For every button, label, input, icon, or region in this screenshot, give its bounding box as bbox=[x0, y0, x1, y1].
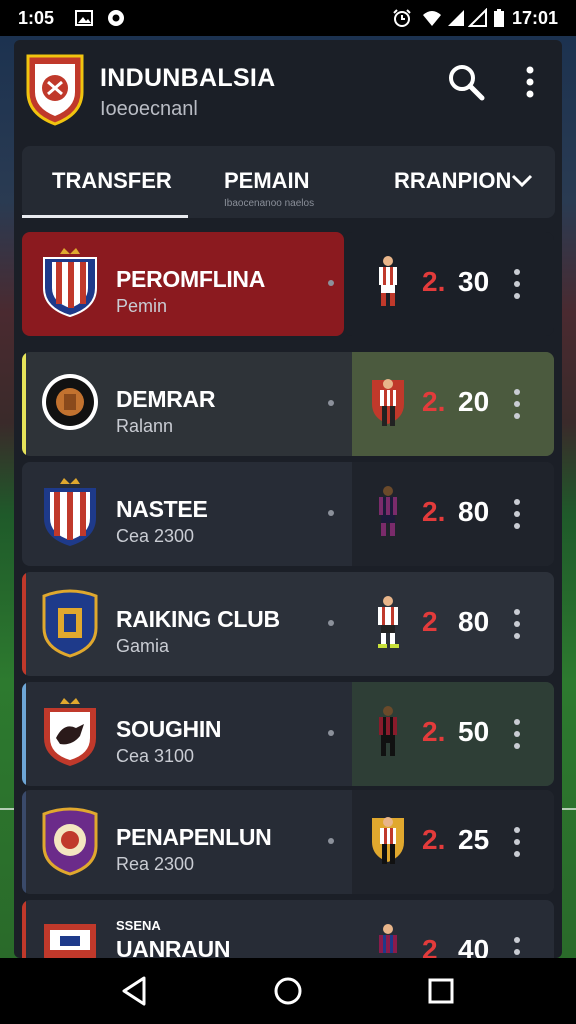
club-row-4[interactable]: RAIKING CLUB Gamia 2 80 bbox=[22, 572, 554, 676]
tab-bar: TRANSFER PEMAIN Ibaocenanoo naelos RRANP… bbox=[22, 146, 555, 218]
app-subtitle: Ioeoecnanl bbox=[100, 98, 198, 120]
home-icon[interactable] bbox=[271, 974, 305, 1008]
tab-selected-indicator bbox=[22, 215, 188, 218]
main-panel: INDUNBALSIA Ioeoecnanl TRANSFER PEMAIN I… bbox=[14, 40, 562, 958]
row-accent bbox=[22, 352, 26, 456]
player-figure bbox=[372, 817, 404, 864]
club-rank: 2. bbox=[422, 824, 446, 855]
club-score: 80 bbox=[458, 606, 490, 637]
club-score: 20 bbox=[458, 386, 490, 417]
club-score: 25 bbox=[458, 824, 490, 855]
club-rank: 2 bbox=[422, 934, 438, 958]
club-name: UANRAUN bbox=[116, 936, 231, 958]
row-more-icon[interactable] bbox=[512, 386, 522, 422]
separator-dot bbox=[328, 510, 334, 516]
chevron-down-icon[interactable] bbox=[510, 170, 534, 190]
player-figure bbox=[379, 486, 397, 536]
club-rank: 2. bbox=[422, 266, 446, 297]
separator-dot bbox=[328, 838, 334, 844]
player-figure bbox=[379, 256, 397, 306]
club-score: 30 bbox=[458, 266, 490, 297]
row-accent bbox=[22, 790, 26, 894]
row-more-icon[interactable] bbox=[512, 934, 522, 958]
app-logo bbox=[26, 54, 84, 126]
app-title: INDUNBALSIA bbox=[100, 64, 276, 92]
separator-dot bbox=[328, 730, 334, 736]
row-more-icon[interactable] bbox=[512, 824, 522, 860]
row-more-icon[interactable] bbox=[512, 496, 522, 532]
player-figure bbox=[378, 596, 399, 648]
separator-dot bbox=[328, 620, 334, 626]
club-crest bbox=[44, 698, 96, 766]
club-crest bbox=[44, 924, 96, 958]
row-more-icon[interactable] bbox=[512, 266, 522, 302]
status-time: 1:05 bbox=[18, 8, 55, 28]
wifi-icon bbox=[423, 11, 441, 26]
club-row-7[interactable]: SSENA UANRAUN 2 40 bbox=[22, 900, 554, 958]
status-bar: 1:05 17:01 bbox=[0, 0, 576, 36]
club-score: 80 bbox=[458, 496, 490, 527]
row-more-icon[interactable] bbox=[512, 716, 522, 752]
club-crest bbox=[42, 589, 98, 658]
row-accent bbox=[22, 572, 26, 676]
club-subtitle: Gamia bbox=[116, 636, 170, 656]
club-row-5[interactable]: SOUGHIN Cea 3100 2. 50 bbox=[22, 682, 554, 786]
signal-icon bbox=[448, 10, 464, 26]
club-crest bbox=[43, 248, 97, 318]
tab-pemain-hint: Ibaocenanoo naelos bbox=[224, 198, 315, 209]
signal-icon-2 bbox=[468, 8, 487, 27]
club-name: SOUGHIN bbox=[116, 716, 222, 742]
club-row-1[interactable]: PEROMFLINA Pemin bbox=[22, 232, 344, 336]
system-nav-bar bbox=[0, 958, 576, 1024]
search-icon[interactable] bbox=[446, 62, 486, 102]
club-score: 40 bbox=[458, 934, 490, 958]
club-name: PEROMFLINA bbox=[116, 266, 266, 292]
club-rank: 2 bbox=[422, 606, 438, 637]
club-name: RAIKING CLUB bbox=[116, 606, 280, 632]
tab-pemain[interactable]: PEMAIN Ibaocenanoo naelos bbox=[202, 146, 352, 218]
club-subtitle: Pemin bbox=[116, 296, 168, 316]
player-figure bbox=[379, 706, 397, 756]
club-rank: 2. bbox=[422, 716, 446, 747]
club-name: DEMRAR bbox=[116, 386, 216, 412]
separator-dot bbox=[328, 280, 334, 286]
club-subtitle: Cea 2300 bbox=[116, 526, 195, 546]
club-subtitle: Rea 2300 bbox=[116, 854, 195, 874]
back-icon[interactable] bbox=[118, 974, 152, 1008]
row-accent bbox=[22, 682, 26, 786]
club-rank: 2. bbox=[422, 496, 446, 527]
alarm-icon bbox=[393, 9, 411, 27]
club-name: PENAPENLUN bbox=[116, 824, 272, 850]
player-figure bbox=[372, 379, 404, 426]
club-name: NASTEE bbox=[116, 496, 208, 522]
tab-transfer[interactable]: TRANSFER bbox=[22, 146, 188, 218]
club-row-3[interactable]: NASTEE Cea 2300 2. 80 bbox=[22, 462, 554, 566]
app-header: INDUNBALSIA Ioeoecnanl bbox=[14, 40, 562, 140]
club-subtitle: Cea 3100 bbox=[116, 746, 195, 766]
separator-dot bbox=[328, 400, 334, 406]
club-rank: 2. bbox=[422, 386, 446, 417]
record-icon bbox=[108, 10, 124, 26]
club-tag: SSENA bbox=[116, 918, 161, 933]
club-row-6[interactable]: PENAPENLUN Rea 2300 2. 25 bbox=[22, 790, 554, 894]
club-crest bbox=[42, 807, 98, 876]
tab-ranking-label: RRANPION bbox=[394, 168, 512, 193]
gallery-icon bbox=[75, 10, 93, 26]
club-crest bbox=[44, 478, 96, 546]
tab-pemain-label: PEMAIN bbox=[224, 168, 310, 193]
club-subtitle: Ralann bbox=[116, 416, 174, 436]
player-figure bbox=[379, 924, 397, 953]
status-time-right: 17:01 bbox=[511, 8, 558, 28]
battery-icon bbox=[494, 9, 504, 27]
tab-transfer-label: TRANSFER bbox=[52, 168, 172, 193]
row-more-icon[interactable] bbox=[512, 606, 522, 642]
club-crest bbox=[42, 374, 98, 430]
more-vert-icon[interactable] bbox=[520, 64, 540, 100]
row-accent bbox=[22, 900, 26, 958]
club-score: 50 bbox=[458, 716, 490, 747]
club-row-2[interactable]: DEMRAR Ralann 2. 20 bbox=[22, 352, 554, 456]
recent-apps-icon[interactable] bbox=[424, 974, 458, 1008]
club-row-1-stats: 2. 30 bbox=[344, 232, 554, 336]
